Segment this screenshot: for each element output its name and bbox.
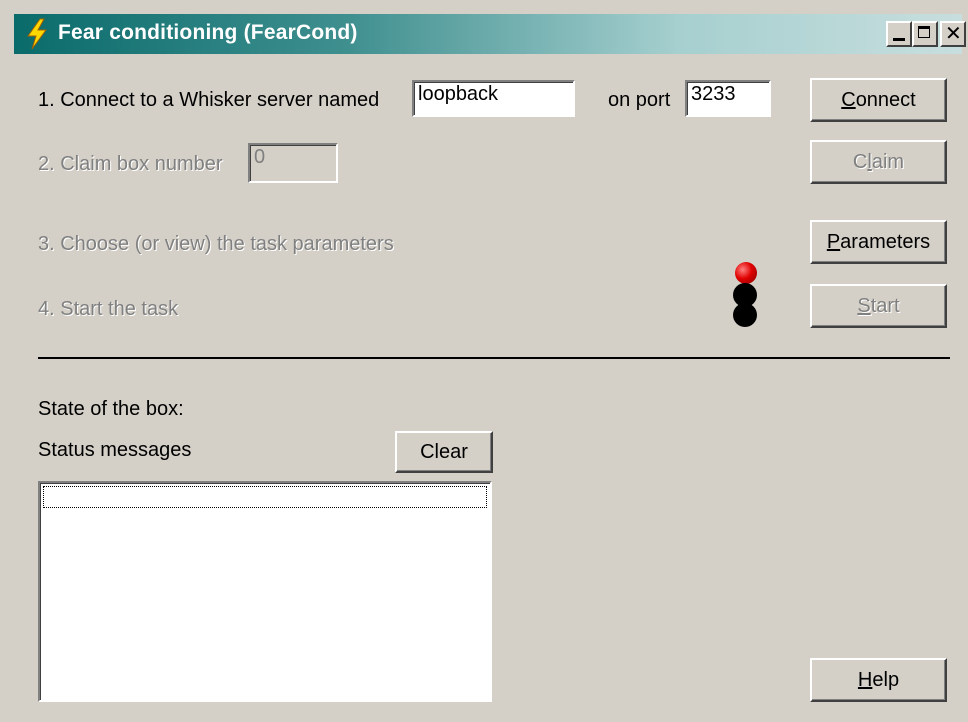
box-number-input[interactable]: 0 [248,143,338,183]
step1-label: 1. Connect to a Whisker server named [38,89,380,111]
maximize-button[interactable] [912,21,938,47]
separator-line [38,357,950,359]
window-title: Fear conditioning (FearCond) [58,21,358,44]
lightning-icon [27,18,47,50]
parameters-button-accel: P [826,231,841,253]
help-button[interactable]: Help [810,658,947,702]
connect-button-accel: C [841,89,856,111]
red-light-icon [735,262,757,284]
main-window: Fear conditioning (FearCond) 1. Connect … [0,0,968,722]
list-focus-rect [43,486,487,508]
minimize-button[interactable] [886,21,912,47]
status-messages-list[interactable] [38,481,492,702]
port-label: on port [608,89,671,111]
server-name-input[interactable]: loopback [412,80,575,117]
connect-button[interactable]: Connect [810,78,947,122]
claim-button[interactable]: Claim [810,140,947,184]
clear-button[interactable]: Clear [395,431,493,473]
step3-label: 3. Choose (or view) the task parameters [38,233,394,255]
claim-button-label: aim [871,151,905,173]
start-button[interactable]: Start [810,284,947,328]
box-state-label: State of the box: [38,398,184,420]
port-input[interactable]: 3233 [685,80,771,117]
help-button-accel: H [857,669,873,691]
claim-button-label-pre: C [852,151,868,173]
start-button-accel: S [857,295,871,317]
help-button-label: elp [872,669,900,691]
title-bar[interactable]: Fear conditioning (FearCond) [14,14,966,54]
status-messages-label: Status messages [38,439,192,461]
close-button[interactable] [940,21,966,47]
step4-label: 4. Start the task [38,298,179,320]
step2-label: 2. Claim box number [38,153,223,175]
start-button-label: tart [870,295,900,317]
green-light-off-icon [733,303,757,327]
parameters-button[interactable]: Parameters [810,220,947,264]
parameters-button-label: arameters [840,231,931,253]
connect-button-label: onnect [855,89,916,111]
